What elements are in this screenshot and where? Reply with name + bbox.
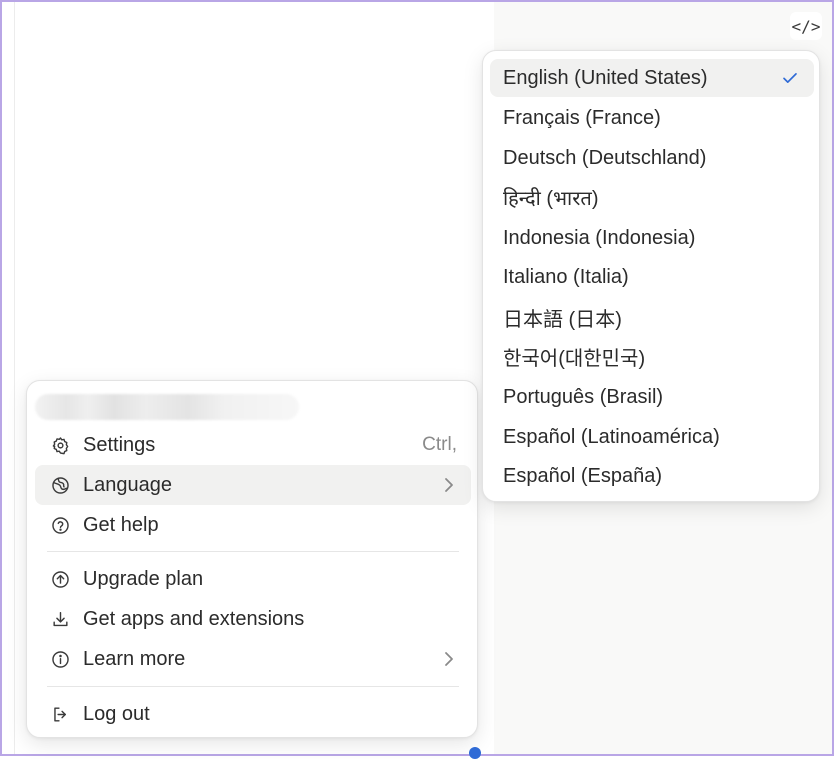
chevron-right-icon [441,477,457,493]
menu-item-log-out[interactable]: Log out [35,694,471,734]
menu-item-label: Learn more [83,647,186,670]
language-label: 한국어(대한민국) [503,347,646,370]
language-option-es-419[interactable]: Español (Latinoamérica) [490,418,814,456]
chevron-right-icon [441,651,457,667]
language-label: Deutsch (Deutschland) [503,146,707,169]
menu-item-settings[interactable]: Settings Ctrl, [35,425,471,465]
menu-item-upgrade-plan[interactable]: Upgrade plan [35,559,471,599]
language-label: Español (Latinoamérica) [503,425,720,448]
log-out-icon [49,703,71,725]
language-label: Español (España) [503,464,662,487]
language-option-fr-fr[interactable]: Français (France) [490,99,814,137]
language-option-hi-in[interactable]: हिन्दी (भारत) [490,178,814,216]
account-email-redacted [35,394,299,420]
language-label: Italiano (Italia) [503,265,629,288]
keyboard-shortcut: Ctrl, [422,434,457,455]
language-label: 日本語 (日本) [503,308,622,331]
language-option-de-de[interactable]: Deutsch (Deutschland) [490,139,814,177]
language-option-en-us[interactable]: English (United States) [490,59,814,97]
code-icon: </> [791,16,821,36]
gear-icon [49,434,71,456]
menu-item-language[interactable]: Language [35,465,471,505]
menu-item-label: Language [83,473,172,496]
globe-icon [49,474,71,496]
language-label: Indonesia (Indonesia) [503,226,696,249]
language-option-es-es[interactable]: Español (España) [490,457,814,495]
menu-divider [47,686,459,687]
menu-item-label: Settings [83,433,156,456]
language-option-it-it[interactable]: Italiano (Italia) [490,258,814,296]
language-option-ko-kr[interactable]: 한국어(대한민국) [490,337,814,375]
language-option-ja-jp[interactable]: 日本語 (日本) [490,298,814,336]
arrow-up-circle-icon [49,568,71,590]
language-label: English (United States) [503,66,708,89]
code-view-button[interactable]: </> [790,12,822,40]
language-option-pt-br[interactable]: Português (Brasil) [490,378,814,416]
menu-item-get-apps[interactable]: Get apps and extensions [35,599,471,639]
language-label: Français (France) [503,106,661,129]
language-option-id-id[interactable]: Indonesia (Indonesia) [490,219,814,257]
menu-divider [47,551,459,552]
language-label: हिन्दी (भारत) [503,187,599,210]
status-dot [469,747,481,759]
info-circle-icon [49,648,71,670]
menu-item-label: Get help [83,513,159,536]
download-icon [49,608,71,630]
language-label: Português (Brasil) [503,385,664,408]
menu-item-label: Upgrade plan [83,567,204,590]
checkmark-icon [780,68,800,88]
help-circle-icon [49,514,71,536]
language-submenu: English (United States) Français (France… [482,50,820,502]
menu-item-label: Log out [83,702,150,725]
menu-item-learn-more[interactable]: Learn more [35,639,471,679]
menu-item-label: Get apps and extensions [83,607,305,630]
account-menu: Settings Ctrl, Language Get help Upgrade… [26,380,478,738]
menu-item-get-help[interactable]: Get help [35,505,471,545]
